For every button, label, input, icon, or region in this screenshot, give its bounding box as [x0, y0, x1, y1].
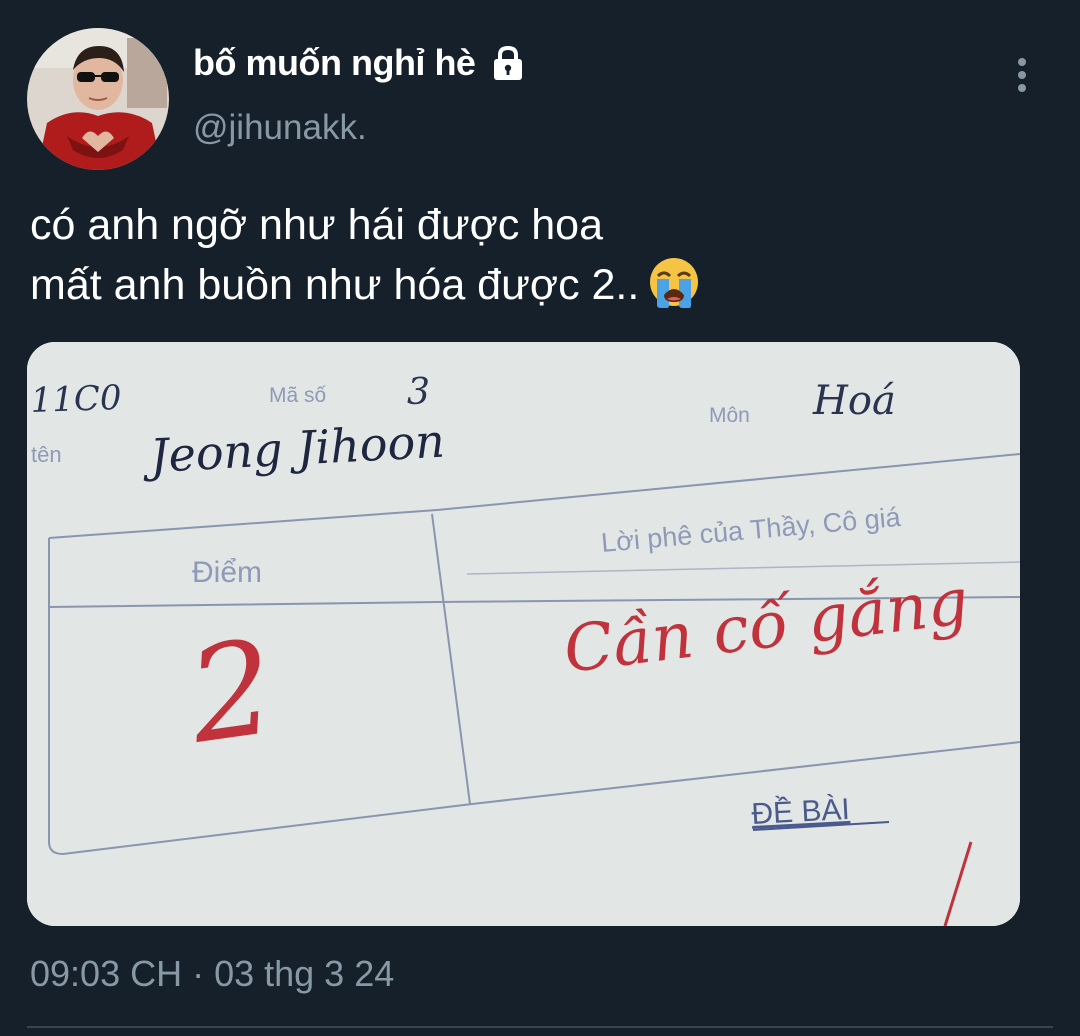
tweet-text-line-2: mất anh buồn như hóa được 2..: [30, 255, 701, 315]
ma-so-value: 3: [407, 372, 430, 413]
class-label: 11C0: [30, 378, 122, 421]
tweet-photo[interactable]: 11C0 Mã số 3 Môn Hoá tên Jeong Jihoon Đi…: [27, 342, 1020, 926]
diem-label: Điểm: [192, 556, 262, 589]
divider: [27, 1026, 1053, 1028]
more-vertical-icon[interactable]: [1004, 56, 1040, 96]
ma-so-label: Mã số: [269, 384, 327, 407]
display-name[interactable]: bố muốn nghỉ hè: [193, 42, 527, 84]
tweet-text: có anh ngỡ như hái được hoa mất anh buồn…: [30, 196, 701, 315]
avatar-image: [27, 28, 169, 170]
lock-icon: [489, 45, 527, 81]
tweet-timestamp[interactable]: 09:03 CH · 03 thg 3 24: [30, 953, 394, 995]
tweet-text-line-2-text: mất anh buồn như hóa được 2..: [30, 261, 640, 309]
ten-label: tên: [31, 442, 62, 467]
mon-value: Hoá: [812, 378, 896, 424]
tweet-text-line-1: có anh ngỡ như hái được hoa: [30, 201, 604, 249]
mon-label: Môn: [709, 404, 750, 427]
user-handle[interactable]: @jihunakk.: [193, 108, 367, 148]
tweet: bố muốn nghỉ hè @jihunakk. có anh ngỡ nh…: [0, 0, 1080, 1036]
loudly-crying-face-icon: [647, 255, 701, 309]
avatar[interactable]: [27, 28, 169, 170]
display-name-text: bố muốn nghỉ hè: [193, 42, 476, 83]
test-paper-photo: 11C0 Mã số 3 Môn Hoá tên Jeong Jihoon Đi…: [27, 342, 1020, 926]
